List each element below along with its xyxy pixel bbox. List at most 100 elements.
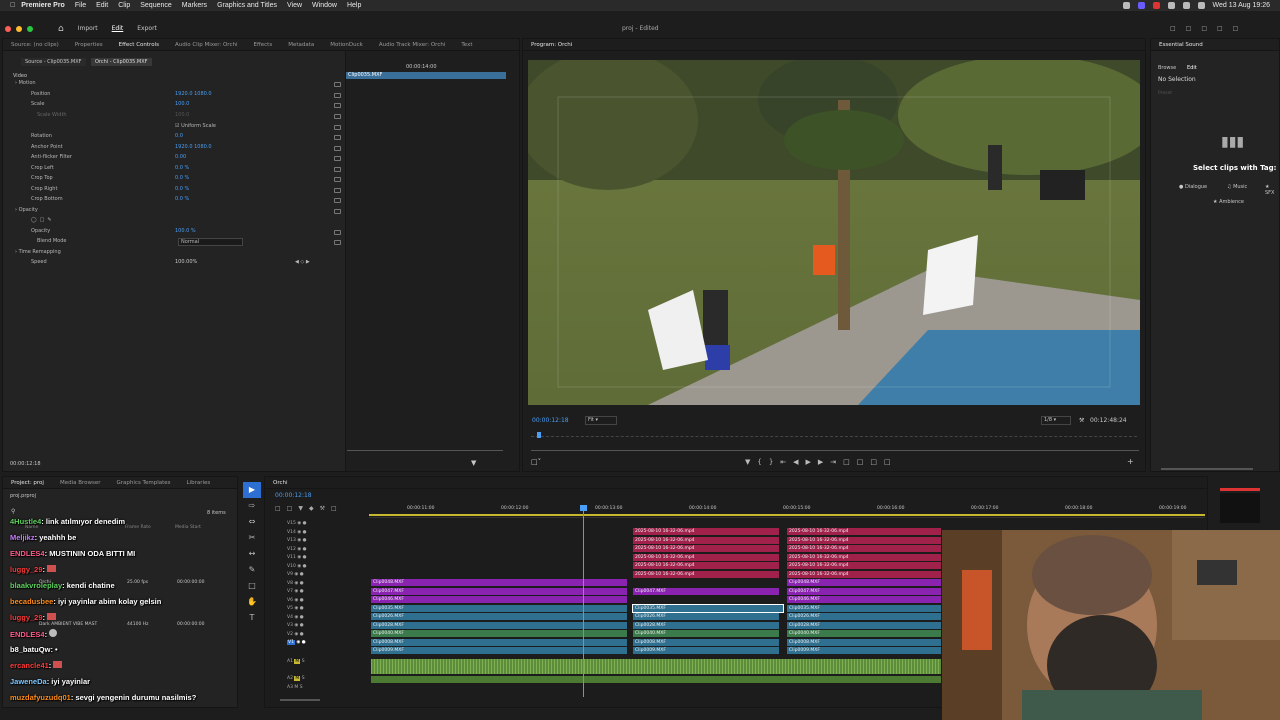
- blend-mode-select[interactable]: Normal: [178, 238, 243, 246]
- reset-icon[interactable]: [334, 82, 341, 87]
- search-icon[interactable]: [1197, 2, 1205, 9]
- selection-tool-icon[interactable]: ▶: [243, 482, 261, 498]
- timeline-clip[interactable]: 2025-08-10 16-32-06.mp4: [787, 545, 941, 552]
- ripple-edit-tool-icon[interactable]: ⇔: [243, 514, 261, 530]
- reset-icon[interactable]: [334, 135, 341, 140]
- mini-clip[interactable]: Clip0035.MXF: [346, 72, 506, 79]
- zoom-window-button[interactable]: [27, 25, 33, 32]
- tab-export[interactable]: Export: [137, 25, 157, 32]
- pen-tool-icon[interactable]: ✎: [243, 562, 261, 578]
- track-header-v11[interactable]: V11 ◉ ●: [287, 555, 307, 560]
- program-playhead[interactable]: [537, 432, 541, 438]
- timeline-clip[interactable]: Clip0048.MXF: [371, 579, 627, 586]
- timeline-clip[interactable]: Clip0028.MXF: [633, 621, 779, 629]
- timeline-clip[interactable]: Clip0047.MXF: [633, 587, 779, 595]
- reset-icon[interactable]: [334, 156, 341, 161]
- status-icon[interactable]: [1122, 2, 1130, 9]
- menubar-clock[interactable]: Wed 13 Aug 19:26: [1213, 2, 1270, 9]
- tab-libraries[interactable]: Libraries: [179, 480, 219, 486]
- reset-icon[interactable]: [334, 230, 341, 235]
- type-tool-icon[interactable]: T: [243, 610, 261, 626]
- hand-tool-icon[interactable]: ✋: [243, 594, 261, 610]
- resolution-select[interactable]: 1/8 ▾: [1041, 416, 1071, 425]
- track-header-v5[interactable]: V5 ◉ ●: [287, 606, 304, 611]
- timeline-clip[interactable]: Clip0047.MXF: [371, 587, 627, 595]
- tab-metadata[interactable]: Metadata: [280, 42, 322, 48]
- tab-media-browser[interactable]: Media Browser: [52, 480, 109, 486]
- fit-select[interactable]: Fit ▾: [585, 416, 617, 425]
- timeline-clip[interactable]: Clip0008.MXF: [787, 638, 941, 646]
- sequence-clip-tab[interactable]: Orchi - Clip0035.MXF: [91, 58, 152, 66]
- timeline-clip[interactable]: 2025-08-10 16-32-06.mp4: [633, 545, 779, 552]
- reset-icon[interactable]: [334, 125, 341, 130]
- track-header-a1[interactable]: A1 M S: [287, 659, 305, 664]
- tab-effect-controls[interactable]: Effect Controls: [111, 42, 167, 48]
- timeline-clip[interactable]: 2025-08-10 16-32-06.mp4: [787, 528, 941, 535]
- menu-file[interactable]: File: [75, 2, 86, 9]
- menu-help[interactable]: Help: [347, 2, 361, 9]
- timeline-zoom-scrollbar[interactable]: [280, 699, 320, 701]
- menu-markers[interactable]: Markers: [182, 2, 207, 9]
- tab-source[interactable]: Source: (no clips): [3, 42, 67, 48]
- timeline-clip[interactable]: Clip0046.MXF: [787, 596, 941, 603]
- reset-icon[interactable]: [334, 188, 341, 193]
- timeline-clip[interactable]: Clip0040.MXF: [371, 630, 627, 637]
- reset-icon[interactable]: [334, 177, 341, 182]
- record-icon[interactable]: [1152, 2, 1160, 9]
- timeline-ruler[interactable]: 00:00:11:00 00:00:12:00 00:00:13:00 00:0…: [369, 504, 1205, 518]
- home-icon[interactable]: ⌂: [58, 24, 64, 34]
- tab-text[interactable]: Text: [453, 42, 480, 48]
- timeline-clip[interactable]: Clip0009.MXF: [371, 647, 627, 654]
- timeline-clip[interactable]: Clip0026.MXF: [633, 613, 779, 620]
- tab-audio-clip-mixer[interactable]: Audio Clip Mixer: Orchi: [167, 42, 246, 48]
- timeline-clip[interactable]: Clip0028.MXF: [371, 621, 627, 629]
- timeline-clip[interactable]: 2025-08-10 16-32-06.mp4: [633, 528, 779, 535]
- reset-icon[interactable]: [334, 209, 341, 214]
- timeline-timecode[interactable]: 00:00:12:18: [275, 492, 312, 499]
- program-timecode[interactable]: 00:00:12:18: [532, 417, 569, 424]
- timeline-clip[interactable]: Clip0040.MXF: [633, 630, 779, 637]
- playhead-handle[interactable]: [580, 505, 587, 511]
- reset-icon[interactable]: [334, 93, 341, 98]
- menu-app[interactable]: Premiere Pro: [21, 2, 65, 9]
- tab-graphics-templates[interactable]: Graphics Templates: [109, 480, 179, 486]
- wrench-icon[interactable]: ⚒: [1079, 417, 1084, 424]
- timeline-tools[interactable]: □□▼◆⚒□: [275, 505, 343, 512]
- timeline-clip[interactable]: 2025-08-10 16-32-06.mp4: [787, 562, 941, 569]
- timeline-clip[interactable]: 2025-08-10 16-32-06.mp4: [633, 562, 779, 569]
- filter-icon[interactable]: ▼: [471, 459, 476, 467]
- timeline-clip[interactable]: Clip0047.MXF: [787, 587, 941, 595]
- reset-icon[interactable]: [334, 240, 341, 245]
- menu-view[interactable]: View: [287, 2, 302, 9]
- tab-program[interactable]: Program: Orchi: [523, 42, 580, 48]
- program-scrollbar[interactable]: [531, 450, 1139, 451]
- tag-sfx[interactable]: ★ SFX: [1265, 184, 1279, 196]
- timeline-clip[interactable]: Clip0008.MXF: [633, 638, 779, 646]
- add-button-icon[interactable]: +: [1127, 457, 1134, 466]
- track-header-v6[interactable]: V6 ◉ ●: [287, 598, 304, 603]
- track-header-v8[interactable]: V8 ◉ ●: [287, 581, 304, 586]
- timeline-clip[interactable]: Clip0046.MXF: [371, 596, 627, 603]
- timeline-clip[interactable]: Clip0028.MXF: [787, 621, 941, 629]
- reset-icon[interactable]: [334, 146, 341, 151]
- track-header-a2[interactable]: A2 M S: [287, 676, 305, 681]
- program-video-frame[interactable]: [528, 60, 1140, 405]
- timeline-clip[interactable]: 2025-08-10 16-32-06.mp4: [633, 570, 779, 578]
- menu-graphics[interactable]: Graphics and Titles: [217, 2, 277, 9]
- timeline-playhead[interactable]: [583, 507, 584, 697]
- workspace-icons[interactable]: □□□□□: [1170, 25, 1248, 32]
- track-header-v12[interactable]: V12 ◉ ●: [287, 547, 307, 552]
- track-header-v13[interactable]: V13 ◉ ●: [287, 538, 307, 543]
- tab-audio-track-mixer[interactable]: Audio Track Mixer: Orchi: [371, 42, 454, 48]
- keyframe-nav-icon[interactable]: ◀ ◇ ▶: [295, 259, 310, 265]
- screen-icon[interactable]: [1137, 2, 1145, 9]
- tab-properties[interactable]: Properties: [67, 42, 111, 48]
- razor-tool-icon[interactable]: ✂: [243, 530, 261, 546]
- tab-import[interactable]: Import: [78, 25, 98, 32]
- track-header-v15[interactable]: V15 ◉ ●: [287, 521, 307, 526]
- program-ruler[interactable]: [531, 431, 1137, 437]
- timeline-clip[interactable]: Clip0026.MXF: [371, 613, 627, 620]
- tab-project[interactable]: Project: proj: [3, 480, 52, 486]
- timeline-clip[interactable]: 2025-08-10 16-32-06.mp4: [633, 553, 779, 561]
- source-clip-tab[interactable]: Source - Clip0035.MXF: [21, 58, 86, 66]
